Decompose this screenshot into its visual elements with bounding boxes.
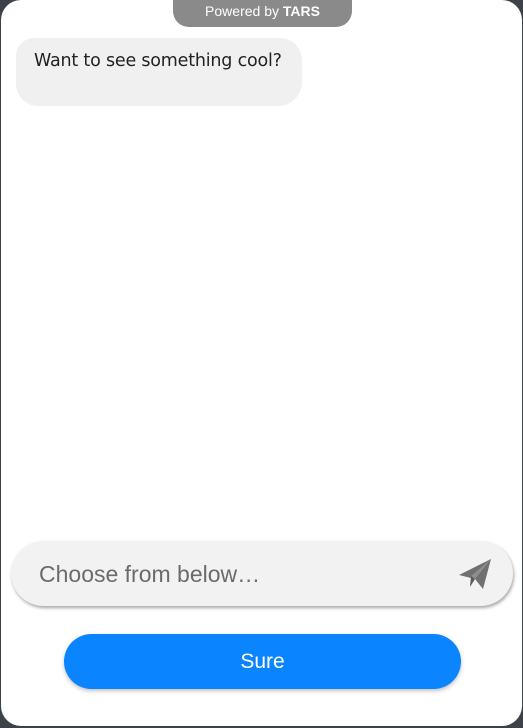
chat-window: Powered by TARS Want to see something co… <box>1 0 522 726</box>
paper-plane-icon <box>459 559 491 589</box>
bot-message-bubble: Want to see something cool? <box>16 38 302 106</box>
app-frame: Powered by TARS Want to see something co… <box>0 0 523 728</box>
powered-by-badge[interactable]: Powered by TARS <box>173 0 352 27</box>
send-button[interactable] <box>454 554 496 594</box>
message-input-bar[interactable]: Choose from below… <box>11 541 513 606</box>
quick-reply-sure-button[interactable]: Sure <box>64 634 461 689</box>
bot-message-text: Want to see something cool? <box>34 51 282 71</box>
powered-by-brand: TARS <box>282 3 320 19</box>
message-input[interactable]: Choose from below… <box>39 541 260 606</box>
powered-by-prefix: Powered by <box>205 3 283 19</box>
